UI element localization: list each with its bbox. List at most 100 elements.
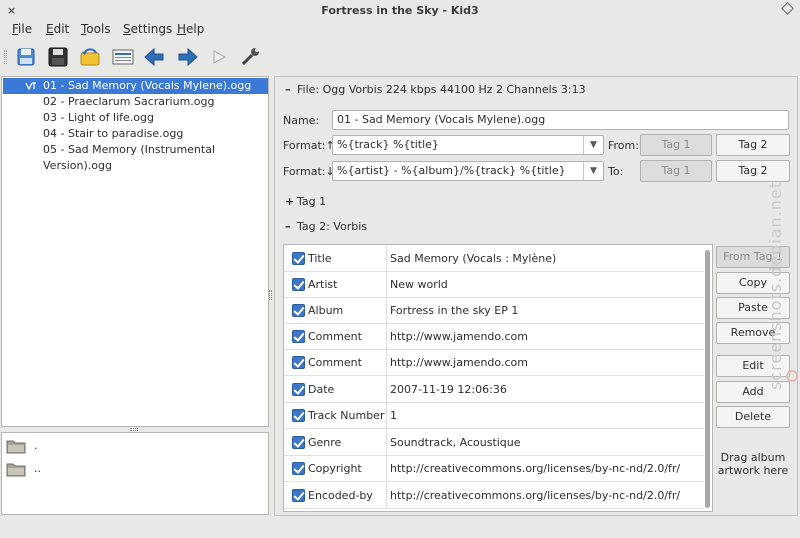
save-icon[interactable] [46, 46, 70, 68]
menu-settings[interactable]: Settings [123, 22, 172, 36]
frame-value[interactable]: Soundtrack, Acoustique [390, 430, 521, 456]
title-bar: × Fortress in the Sky - Kid3 [0, 0, 800, 22]
table-scrollbar[interactable] [705, 250, 711, 508]
file-list-item[interactable]: 02 - Praeclarum Sacrarium.ogg [3, 94, 268, 110]
menu-edit[interactable]: Edit [46, 22, 69, 36]
file-list-item[interactable]: 04 - Stair to paradise.ogg [3, 126, 268, 142]
delete-button[interactable]: Delete [716, 406, 790, 428]
revert-icon[interactable] [78, 46, 102, 68]
directory-name: . [34, 439, 38, 452]
frame-name: Artist [308, 278, 338, 291]
frame-name: Genre [308, 436, 342, 449]
next-icon[interactable] [175, 46, 199, 68]
file-list[interactable]: 01 - Sad Memory (Vocals Mylene).ogg 02 -… [1, 76, 269, 427]
chevron-down-icon[interactable]: ▼ [583, 162, 603, 180]
collapse-toggle[interactable]: – [285, 83, 297, 96]
directory-list[interactable]: . .. [1, 432, 269, 515]
file-list-item[interactable]: 05 - Sad Memory (Instrumental Version).o… [3, 142, 268, 172]
frame-enabled-checkbox[interactable] [292, 304, 305, 317]
previous-icon[interactable] [143, 46, 167, 68]
frame-value[interactable]: 1 [390, 403, 397, 429]
frame-enabled-checkbox[interactable] [292, 252, 305, 265]
folder-icon [6, 463, 26, 477]
table-row[interactable]: Encoded-by http://creativecommons.org/lic… [284, 483, 704, 509]
column-divider [386, 350, 387, 376]
filename-to-tag1-button[interactable]: Tag 1 [640, 134, 712, 156]
file-list-item[interactable]: 01 - Sad Memory (Vocals Mylene).ogg [3, 78, 268, 94]
tag2-frame-table[interactable]: Title Sad Memory (Vocals : Mylène) Artist… [283, 244, 713, 512]
frame-enabled-checkbox[interactable] [292, 356, 305, 369]
frame-value[interactable]: http://creativecommons.org/licenses/by-n… [390, 456, 680, 482]
main-splitter[interactable] [269, 290, 272, 300]
frame-value[interactable]: http://www.jamendo.com [390, 350, 528, 376]
frame-name: Date [308, 383, 335, 396]
tag1-section-header[interactable]: + Tag 1 [285, 195, 326, 208]
frame-enabled-checkbox[interactable] [292, 383, 305, 396]
format-to-filename-combo[interactable]: %{artist} - %{album}/%{track} %{title} ▼ [332, 161, 604, 181]
table-row[interactable]: Comment http://www.jamendo.com [284, 350, 704, 376]
frame-enabled-checkbox[interactable] [292, 330, 305, 343]
format-value: %{track} %{title} [337, 138, 439, 151]
format-value: %{artist} - %{album}/%{track} %{title} [337, 164, 566, 177]
kid3-window: × Fortress in the Sky - Kid3 File Edit T… [0, 0, 800, 538]
file-section-header[interactable]: – File: Ogg Vorbis 224 kbps 44100 Hz 2 Ch… [285, 83, 586, 96]
table-row[interactable]: Artist New world [284, 272, 704, 298]
create-playlist-icon[interactable] [111, 46, 135, 68]
toolbar-grip[interactable] [4, 50, 7, 64]
menu-help[interactable]: Help [177, 22, 204, 36]
menu-file[interactable]: File [12, 22, 32, 36]
frame-name: Comment [308, 356, 362, 369]
frame-enabled-checkbox[interactable] [292, 462, 305, 475]
frame-name: Comment [308, 330, 362, 343]
frame-value[interactable]: http://creativecommons.org/licenses/by-n… [390, 483, 680, 509]
table-row[interactable]: Album Fortress in the sky EP 1 [284, 298, 704, 324]
tag2-section-header[interactable]: – Tag 2: Vorbis [285, 220, 367, 233]
table-row[interactable]: Title Sad Memory (Vocals : Mylène) [284, 246, 704, 272]
frame-name: Copyright [308, 462, 362, 475]
scrollbar-thumb[interactable] [705, 250, 710, 508]
chevron-down-icon[interactable]: ▼ [583, 136, 603, 154]
tag2-label: Tag 2: Vorbis [297, 220, 368, 233]
menu-bar: File Edit Tools Settings Help [0, 22, 800, 38]
frame-value[interactable]: Fortress in the sky EP 1 [390, 298, 518, 324]
table-row[interactable]: Copyright http://creativecommons.org/lice… [284, 456, 704, 482]
settings-wrench-icon[interactable] [239, 46, 263, 68]
directory-item[interactable]: .. [6, 459, 41, 481]
frame-enabled-checkbox[interactable] [292, 278, 305, 291]
tag1-label: Tag 1 [297, 195, 327, 208]
frame-value[interactable]: Sad Memory (Vocals : Mylène) [390, 246, 556, 272]
maximize-window-icon[interactable] [781, 2, 794, 15]
table-row[interactable]: Date 2007-11-19 12:06:36 [284, 377, 704, 403]
file-list-item[interactable]: 03 - Light of life.ogg [3, 110, 268, 126]
left-pane-splitter[interactable] [130, 428, 138, 431]
format-from-filename-combo[interactable]: %{track} %{title} ▼ [332, 135, 604, 155]
directory-item[interactable]: . [6, 436, 38, 458]
frame-value[interactable]: New world [390, 272, 448, 298]
file-name: 03 - Light of life.ogg [43, 111, 154, 124]
close-window-icon[interactable]: × [7, 0, 16, 22]
frame-enabled-checkbox[interactable] [292, 436, 305, 449]
tagged-file-icon [25, 82, 36, 91]
directory-name: .. [34, 462, 41, 475]
filename-input[interactable]: 01 - Sad Memory (Vocals Mylene).ogg [332, 110, 789, 130]
tag1-to-filename-button[interactable]: Tag 1 [640, 160, 712, 182]
status-bar [0, 518, 800, 538]
name-label: Name: [283, 114, 320, 127]
column-divider [386, 324, 387, 350]
frame-name: Title [308, 252, 332, 265]
album-artwork-drop-zone[interactable]: Drag album artwork here [716, 451, 790, 477]
play-icon[interactable] [207, 46, 231, 68]
menu-tools[interactable]: Tools [81, 22, 111, 36]
collapse-toggle[interactable]: – [285, 220, 297, 233]
table-row[interactable]: Comment http://www.jamendo.com [284, 324, 704, 350]
frame-value[interactable]: http://www.jamendo.com [390, 324, 528, 350]
new-icon[interactable] [14, 46, 38, 68]
frame-enabled-checkbox[interactable] [292, 489, 305, 502]
table-row[interactable]: Genre Soundtrack, Acoustique [284, 430, 704, 456]
expand-toggle[interactable]: + [285, 195, 297, 208]
file-name: 02 - Praeclarum Sacrarium.ogg [43, 95, 215, 108]
table-row[interactable]: Track Number 1 [284, 403, 704, 429]
column-divider [386, 246, 387, 272]
frame-value[interactable]: 2007-11-19 12:06:36 [390, 377, 507, 403]
frame-enabled-checkbox[interactable] [292, 409, 305, 422]
